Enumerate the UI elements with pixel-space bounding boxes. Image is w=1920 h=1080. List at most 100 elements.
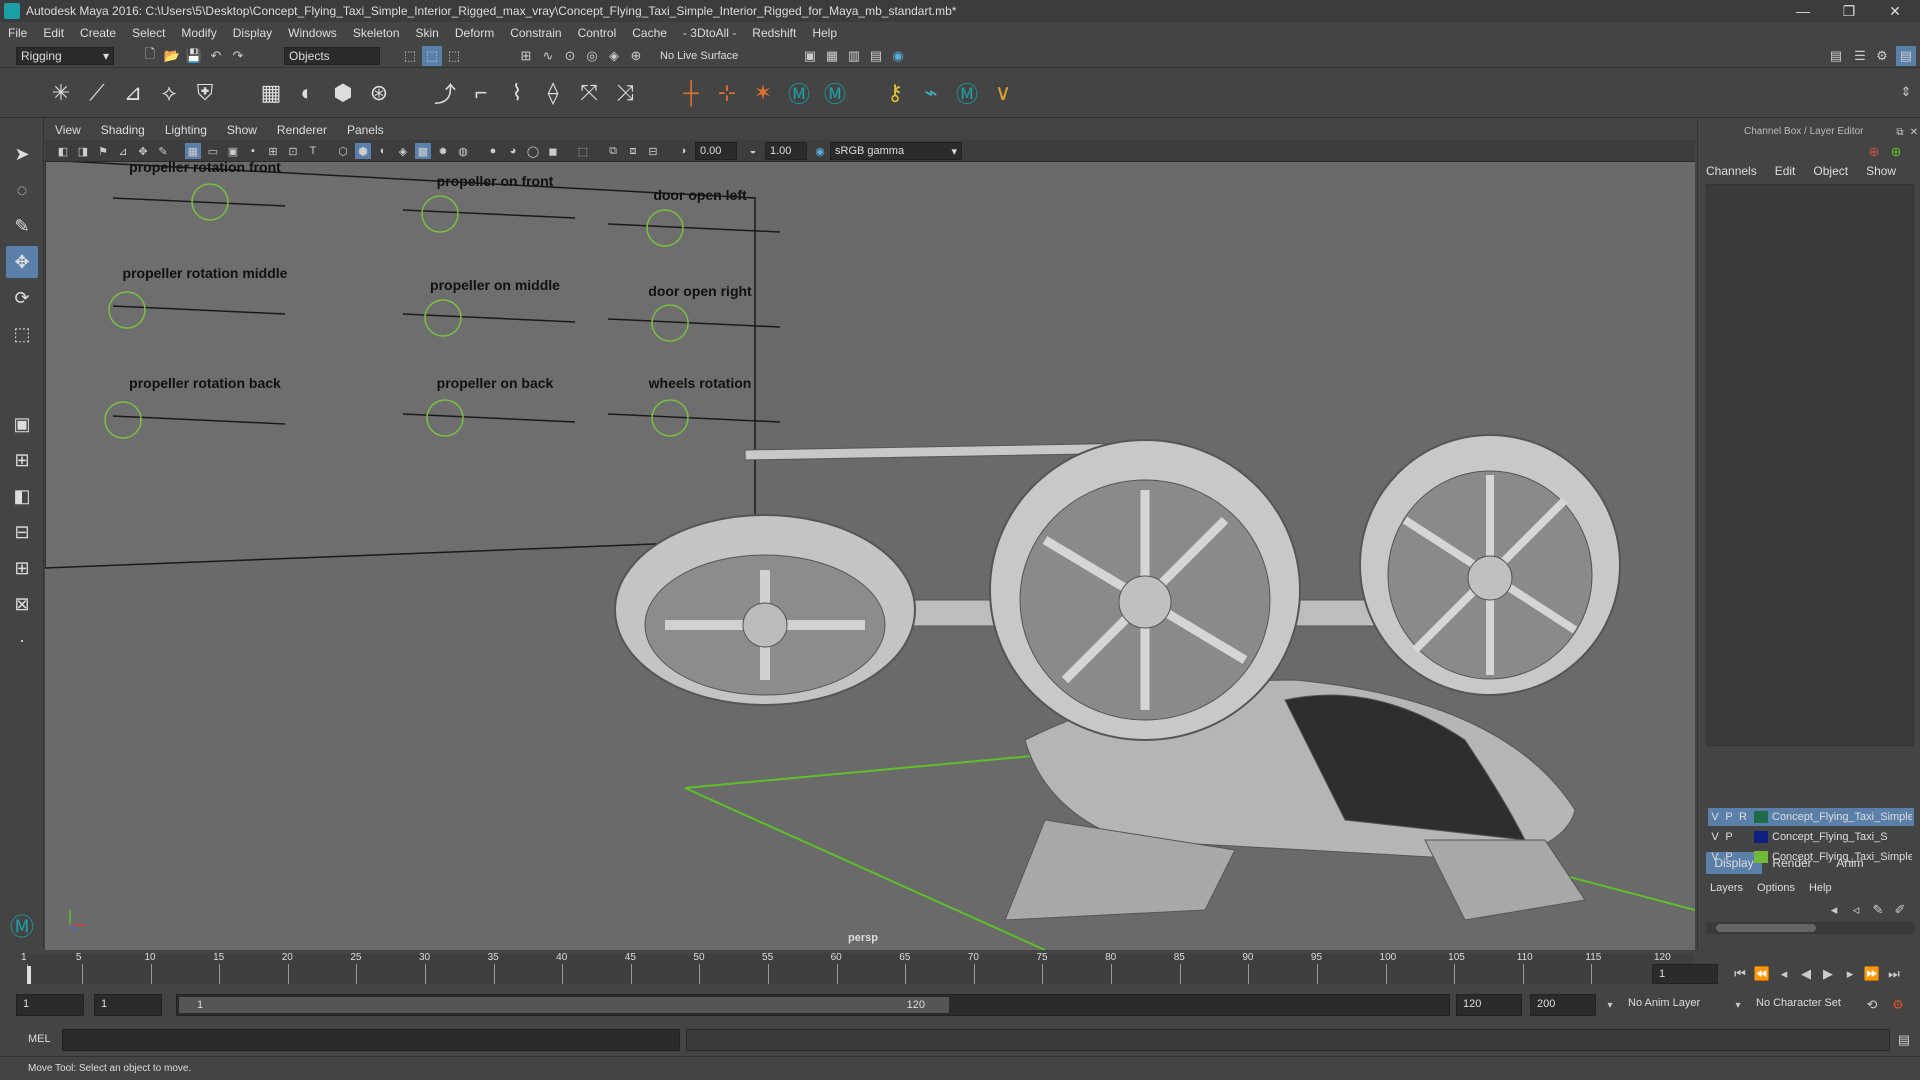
- tool-settings-icon[interactable]: ⚙: [1872, 46, 1892, 66]
- cluster-icon[interactable]: ◐: [292, 78, 322, 108]
- textured-icon[interactable]: ▩: [415, 143, 431, 159]
- paint-weights-icon[interactable]: ⟠: [538, 78, 568, 108]
- snap-surface-icon[interactable]: ◈: [604, 46, 624, 66]
- menu-file[interactable]: File: [8, 26, 27, 40]
- new-scene-icon[interactable]: 🗋: [140, 46, 160, 66]
- layer-scroll-thumb[interactable]: [1716, 924, 1816, 932]
- panel-menu-show[interactable]: Show: [227, 123, 257, 137]
- go-to-end-icon[interactable]: ⏭: [1884, 964, 1904, 984]
- animation-preferences-icon[interactable]: ⚙: [1888, 995, 1908, 1015]
- deformer-v-icon[interactable]: ∨: [988, 78, 1018, 108]
- render-current-icon[interactable]: ▦: [822, 46, 842, 66]
- anim-layer-dropdown[interactable]: No Anim Layer: [1622, 994, 1732, 1016]
- menu-help[interactable]: Help: [812, 26, 837, 40]
- select-object-icon[interactable]: ⬚: [422, 46, 442, 66]
- persp-hypershade-icon[interactable]: ⊞: [6, 552, 38, 584]
- channel-menu-show[interactable]: Show: [1866, 164, 1896, 182]
- smooth-bind-icon[interactable]: ⤴: [430, 78, 460, 108]
- xray-icon[interactable]: ⧉: [605, 143, 621, 159]
- render-view-icon[interactable]: ▣: [800, 46, 820, 66]
- layer-reference-toggle[interactable]: R: [1736, 811, 1750, 823]
- color-management-icon[interactable]: ◉: [812, 143, 828, 159]
- selection-mode-dropdown[interactable]: Objects: [284, 47, 380, 65]
- xray-active-icon[interactable]: ⧈: [625, 143, 641, 159]
- wireframe-on-shaded-icon[interactable]: ◈: [395, 143, 411, 159]
- layer-menu-options[interactable]: Options: [1757, 882, 1795, 900]
- layer-name[interactable]: Concept_Flying_Taxi_Simple_: [1772, 811, 1912, 823]
- camera-attrs-icon[interactable]: ◨: [75, 143, 91, 159]
- point-constraint-icon[interactable]: ┼: [676, 78, 706, 108]
- humanik-icon[interactable]: ⛨: [190, 78, 220, 108]
- camera-select-icon[interactable]: ◧: [55, 143, 71, 159]
- wrap-deformer-icon[interactable]: ⬢: [328, 78, 358, 108]
- select-hierarchy-icon[interactable]: ⬚: [400, 46, 420, 66]
- layer-playback-toggle[interactable]: P: [1722, 851, 1736, 863]
- step-forward-key-icon[interactable]: ⏩: [1862, 964, 1882, 984]
- field-chart-icon[interactable]: ⊞: [265, 143, 281, 159]
- current-time-marker[interactable]: [27, 966, 31, 984]
- shadows-icon[interactable]: ◍: [455, 143, 471, 159]
- exposure-field[interactable]: 0.00: [695, 142, 737, 160]
- range-track[interactable]: 1 120: [176, 994, 1450, 1016]
- menu-set-dropdown[interactable]: Rigging ▾: [16, 47, 114, 65]
- image-plane-icon[interactable]: ⊿: [115, 143, 131, 159]
- menu-3dtoall[interactable]: - 3DtoAll -: [683, 26, 736, 40]
- menu-display[interactable]: Display: [233, 26, 272, 40]
- resolution-gate-icon[interactable]: ▣: [225, 143, 241, 159]
- live-surface-label[interactable]: No Live Surface: [660, 50, 738, 62]
- perspective-viewport[interactable]: propeller rotation front propeller on fro…: [45, 120, 1695, 950]
- channel-menu-object[interactable]: Object: [1813, 164, 1848, 182]
- snap-point-icon[interactable]: ⊙: [560, 46, 580, 66]
- channel-box-toggle-icon[interactable]: ▤: [1896, 46, 1916, 66]
- joint-tool-icon[interactable]: ✳: [46, 78, 76, 108]
- play-forwards-icon[interactable]: ▶: [1818, 964, 1838, 984]
- auto-key-icon[interactable]: ⟲: [1862, 995, 1882, 1015]
- exposure-icon[interactable]: ◑: [675, 143, 691, 159]
- copy-weights-icon[interactable]: ⤨: [610, 78, 640, 108]
- snap-grid-icon[interactable]: ⊞: [516, 46, 536, 66]
- rotate-tool-icon[interactable]: ⟳: [6, 282, 38, 314]
- isolate-select-icon[interactable]: ⬚: [575, 143, 591, 159]
- layer-visibility-toggle[interactable]: V: [1708, 811, 1722, 823]
- default-material-icon[interactable]: ◐: [375, 143, 391, 159]
- menu-constrain[interactable]: Constrain: [510, 26, 561, 40]
- menu-skeleton[interactable]: Skeleton: [353, 26, 400, 40]
- paint-select-icon[interactable]: ✎: [6, 210, 38, 242]
- parent-constraint-icon[interactable]: Ⓜ: [784, 78, 814, 108]
- two-d-pan-icon[interactable]: ✥: [135, 143, 151, 159]
- layer-playback-toggle[interactable]: P: [1722, 831, 1736, 843]
- interactive-bind-icon[interactable]: ⌇: [502, 78, 532, 108]
- close-panel-icon[interactable]: ✕: [1904, 122, 1920, 142]
- move-layer-up-icon[interactable]: ◂: [1824, 900, 1844, 920]
- ik-spline-icon[interactable]: ⟡: [154, 78, 184, 108]
- chevron-down-icon[interactable]: ▾: [1728, 995, 1748, 1015]
- snap-pivot-icon[interactable]: ⊕: [626, 46, 646, 66]
- menu-cache[interactable]: Cache: [632, 26, 667, 40]
- depth-of-field-icon[interactable]: ◼: [545, 143, 561, 159]
- step-back-frame-icon[interactable]: ◂: [1774, 964, 1794, 984]
- gamma-icon[interactable]: ◒: [745, 143, 761, 159]
- mash-icon[interactable]: Ⓜ: [952, 78, 982, 108]
- panel-menu-renderer[interactable]: Renderer: [277, 123, 327, 137]
- layer-row[interactable]: V P R Concept_Flying_Taxi_Simple_: [1708, 808, 1914, 826]
- channel-menu-edit[interactable]: Edit: [1775, 164, 1796, 182]
- snap-curve-icon[interactable]: ∿: [538, 46, 558, 66]
- persp-outliner-icon[interactable]: ◧: [6, 480, 38, 512]
- render-settings-icon[interactable]: ▤: [866, 46, 886, 66]
- close-button[interactable]: ✕: [1872, 0, 1918, 22]
- panel-menu-shading[interactable]: Shading: [101, 123, 145, 137]
- safe-action-icon[interactable]: ⊡: [285, 143, 301, 159]
- open-scene-icon[interactable]: 📂: [162, 46, 182, 66]
- view-transform-dropdown[interactable]: sRGB gamma ▾: [830, 142, 962, 160]
- move-layer-down-icon[interactable]: ◃: [1846, 900, 1866, 920]
- script-language-label[interactable]: MEL: [28, 1033, 51, 1045]
- attribute-editor-icon[interactable]: ☰: [1850, 46, 1870, 66]
- character-set-dropdown[interactable]: No Character Set: [1750, 994, 1860, 1016]
- layer-name[interactable]: Concept_Flying_Taxi_Simple_: [1772, 851, 1912, 863]
- menu-edit[interactable]: Edit: [43, 26, 64, 40]
- animation-end-field[interactable]: 200: [1530, 994, 1596, 1016]
- go-to-start-icon[interactable]: ⏮: [1730, 964, 1750, 984]
- layer-scrollbar[interactable]: [1706, 922, 1914, 934]
- menu-control[interactable]: Control: [578, 26, 617, 40]
- lasso-tool-icon[interactable]: ◌: [6, 174, 38, 206]
